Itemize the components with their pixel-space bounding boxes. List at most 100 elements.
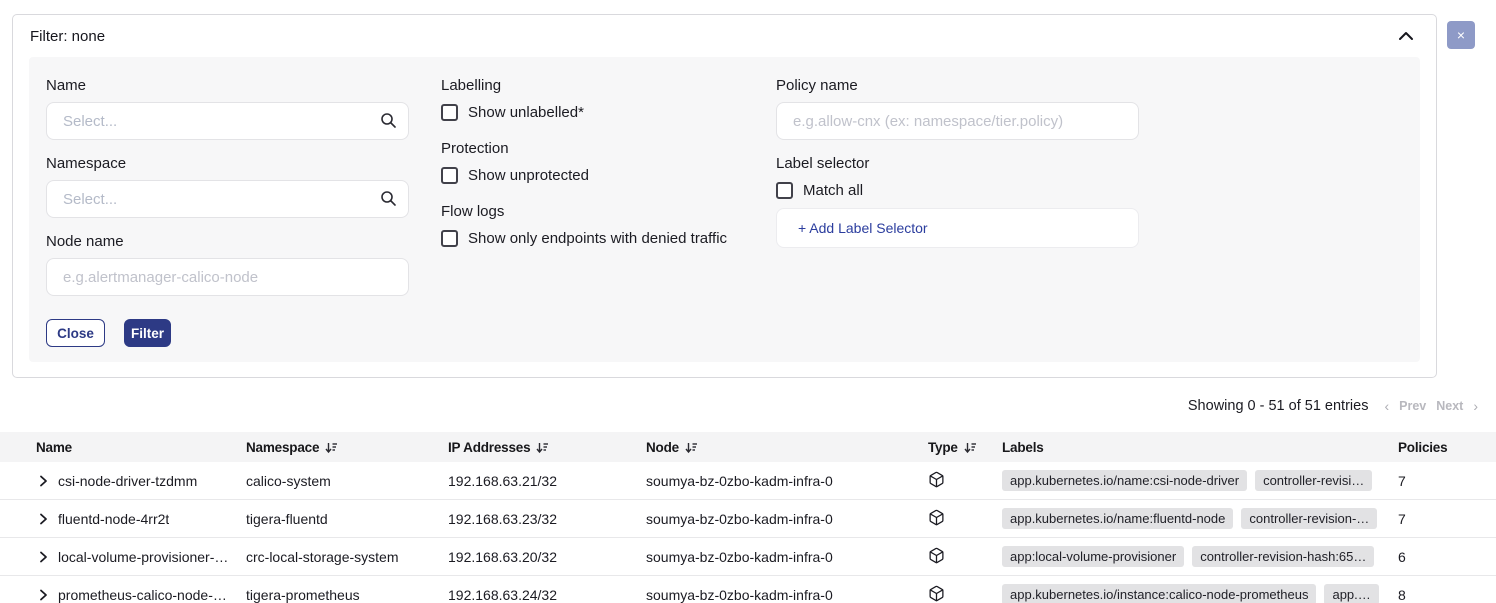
show-unprotected-checkbox[interactable] — [441, 167, 458, 184]
endpoint-type-cell — [928, 547, 1002, 567]
label-chip[interactable]: controller-revision-… — [1241, 508, 1377, 529]
column-header-label: Node — [646, 440, 679, 455]
filter-panel-header: Filter: none — [13, 15, 1436, 57]
sort-icon — [536, 441, 549, 454]
next-page-link[interactable]: Next — [1436, 399, 1463, 413]
labelling-section-label: Labelling — [441, 76, 781, 96]
sort-icon — [685, 441, 698, 454]
search-icon — [380, 190, 397, 212]
endpoint-name-cell: prometheus-calico-node-… — [36, 587, 246, 603]
expand-row-icon — [36, 512, 50, 526]
node-name-input[interactable] — [46, 258, 409, 296]
pagination-bar: Showing 0 - 51 of 51 entries ‹ Prev Next… — [1188, 398, 1478, 414]
column-header-node[interactable]: Node — [646, 440, 928, 455]
filter-panel: Filter: none Name Namespace — [12, 14, 1437, 378]
endpoint-namespace: calico-system — [246, 473, 448, 489]
column-header-label: Namespace — [246, 440, 319, 455]
entries-summary: Showing 0 - 51 of 51 entries — [1188, 398, 1369, 414]
endpoint-type-cell — [928, 471, 1002, 491]
table-header-row: Name Namespace IP Addresses Node Type Labels P… — [0, 432, 1496, 462]
namespace-field-label: Namespace — [46, 154, 409, 174]
show-unprotected-label: Show unprotected — [468, 167, 589, 184]
label-chip[interactable]: app:local-volume-provisioner — [1002, 546, 1184, 567]
endpoint-ip: 192.168.63.20/32 — [448, 549, 646, 565]
column-header-type[interactable]: Type — [928, 440, 1002, 455]
endpoint-namespace: tigera-fluentd — [246, 511, 448, 527]
expand-row-button[interactable] — [36, 550, 50, 564]
match-all-label: Match all — [803, 182, 863, 199]
close-button[interactable]: Close — [46, 319, 105, 347]
endpoint-node: soumya-bz-0zbo-kadm-infra-0 — [646, 473, 928, 489]
name-select-input[interactable] — [46, 102, 409, 140]
namespace-select-input[interactable] — [46, 180, 409, 218]
endpoint-ip: 192.168.63.23/32 — [448, 511, 646, 527]
endpoint-name[interactable]: csi-node-driver-tzdmm — [58, 473, 197, 489]
label-chip[interactable]: app.kubernetes.io/name:csi-node-driver — [1002, 470, 1247, 491]
show-unlabelled-checkbox[interactable] — [441, 104, 458, 121]
pod-icon — [928, 471, 945, 488]
endpoint-name[interactable]: prometheus-calico-node-… — [58, 587, 227, 603]
denied-traffic-label: Show only endpoints with denied traffic — [468, 230, 727, 247]
pod-icon — [928, 547, 945, 564]
add-label-selector-button[interactable]: + Add Label Selector — [776, 208, 1139, 248]
collapse-filter-button[interactable] — [1398, 31, 1414, 41]
policy-name-field-label: Policy name — [776, 76, 1139, 96]
close-icon: × — [1457, 27, 1465, 43]
endpoint-labels-cell: app.kubernetes.io/name:fluentd-node contr… — [1002, 508, 1398, 529]
match-all-checkbox[interactable] — [776, 182, 793, 199]
label-chip[interactable]: app.kubernetes.io/name:fluentd-node — [1002, 508, 1233, 529]
expand-row-icon — [36, 588, 50, 602]
expand-row-button[interactable] — [36, 588, 50, 602]
endpoints-table: Name Namespace IP Addresses Node Type Labels P… — [0, 432, 1496, 603]
next-chevron-icon[interactable]: › — [1473, 398, 1478, 414]
endpoint-node: soumya-bz-0zbo-kadm-infra-0 — [646, 511, 928, 527]
label-selector-section-label: Label selector — [776, 154, 1139, 174]
prev-chevron-icon[interactable]: ‹ — [1384, 398, 1389, 414]
filter-button[interactable]: Filter — [124, 319, 171, 347]
column-header-label: Labels — [1002, 440, 1044, 455]
filter-title: Filter: none — [30, 28, 105, 45]
endpoint-policies-count: 8 — [1398, 587, 1496, 603]
column-header-name: Name — [36, 440, 246, 455]
prev-page-link[interactable]: Prev — [1399, 399, 1426, 413]
column-header-ip-addresses[interactable]: IP Addresses — [448, 440, 646, 455]
endpoint-labels-cell: app.kubernetes.io/instance:calico-node-p… — [1002, 584, 1398, 603]
expand-row-button[interactable] — [36, 474, 50, 488]
name-field-label: Name — [46, 76, 409, 96]
endpoint-node: soumya-bz-0zbo-kadm-infra-0 — [646, 549, 928, 565]
column-header-label: Type — [928, 440, 958, 455]
filter-column-right: Policy name Label selector Match all + A… — [776, 76, 1139, 248]
policy-name-input[interactable] — [776, 102, 1139, 140]
endpoint-policies-count: 7 — [1398, 473, 1496, 489]
node-name-field-label: Node name — [46, 232, 409, 252]
chevron-up-icon — [1398, 31, 1414, 41]
endpoint-labels-cell: app.kubernetes.io/name:csi-node-driver co… — [1002, 470, 1398, 491]
pod-icon — [928, 509, 945, 526]
endpoint-type-cell — [928, 585, 1002, 603]
denied-traffic-checkbox[interactable] — [441, 230, 458, 247]
endpoint-policies-count: 6 — [1398, 549, 1496, 565]
filter-form: Name Namespace Node name Close Filt — [29, 57, 1420, 362]
endpoint-name-cell: local-volume-provisioner-… — [36, 549, 246, 565]
endpoint-ip: 192.168.63.24/32 — [448, 587, 646, 603]
label-chip[interactable]: app.… — [1324, 584, 1378, 603]
sort-icon — [964, 441, 977, 454]
column-header-label: Name — [36, 440, 72, 455]
endpoint-name[interactable]: fluentd-node-4rr2t — [58, 511, 169, 527]
endpoint-name-cell: csi-node-driver-tzdmm — [36, 473, 246, 489]
label-chip[interactable]: controller-revision-hash:65… — [1192, 546, 1374, 567]
endpoint-name[interactable]: local-volume-provisioner-… — [58, 549, 228, 565]
label-chip[interactable]: app.kubernetes.io/instance:calico-node-p… — [1002, 584, 1316, 603]
table-row: csi-node-driver-tzdmmcalico-system192.16… — [0, 462, 1496, 500]
close-panel-button[interactable]: × — [1447, 21, 1475, 49]
expand-row-button[interactable] — [36, 512, 50, 526]
filter-column-middle: Labelling Show unlabelled* Protection Sh… — [441, 76, 781, 248]
column-header-namespace[interactable]: Namespace — [246, 440, 448, 455]
endpoint-namespace: crc-local-storage-system — [246, 549, 448, 565]
expand-row-icon — [36, 550, 50, 564]
label-chip[interactable]: controller-revisi… — [1255, 470, 1372, 491]
table-body: csi-node-driver-tzdmm calico-system 192.16… — [0, 462, 1496, 603]
column-header-label: IP Addresses — [448, 440, 530, 455]
column-header-policies: Policies — [1398, 440, 1496, 455]
endpoint-policies-count: 7 — [1398, 511, 1496, 527]
